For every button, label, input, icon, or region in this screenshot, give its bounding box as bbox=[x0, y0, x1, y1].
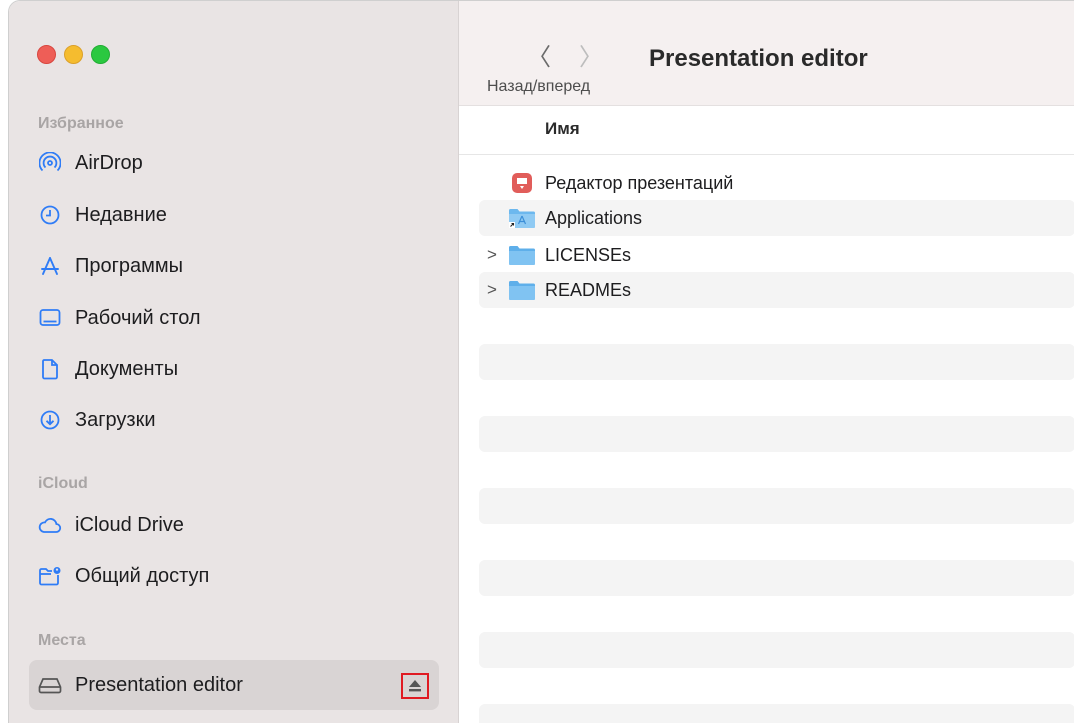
close-window-button[interactable] bbox=[37, 45, 56, 64]
main-pane: 〈 〉 Presentation editor Назад/вперед Имя… bbox=[459, 1, 1074, 723]
sidebar-item-label: Загрузки bbox=[75, 408, 156, 431]
applications-alias-folder-icon bbox=[508, 207, 536, 229]
section-label-places: Места bbox=[38, 632, 86, 649]
list-row[interactable]: Applications bbox=[479, 200, 1074, 236]
row-name: READMEs bbox=[545, 279, 632, 300]
column-header-name[interactable]: Имя bbox=[459, 106, 1074, 155]
document-icon bbox=[37, 356, 63, 382]
downloads-icon bbox=[37, 407, 63, 433]
row-name: Applications bbox=[545, 207, 643, 228]
nav-label: Назад/вперед bbox=[487, 78, 591, 95]
sidebar-item-label: Presentation editor bbox=[75, 673, 243, 696]
sidebar-item-applications[interactable]: Программы bbox=[29, 243, 439, 289]
folder-icon bbox=[508, 244, 536, 266]
back-button[interactable]: 〈 bbox=[527, 37, 551, 72]
desktop-icon bbox=[37, 305, 63, 331]
sidebar-item-presentation-editor[interactable]: Presentation editor bbox=[29, 660, 439, 710]
sidebar-item-label: Документы bbox=[75, 357, 179, 380]
airdrop-icon bbox=[37, 150, 63, 176]
empty-row bbox=[479, 488, 1074, 524]
column-name-label: Имя bbox=[545, 119, 580, 138]
empty-row bbox=[479, 416, 1074, 452]
eject-icon bbox=[409, 680, 421, 692]
eject-button[interactable] bbox=[401, 673, 429, 699]
sidebar-item-icloud-drive[interactable]: iCloud Drive bbox=[29, 502, 439, 548]
shared-folder-icon bbox=[37, 563, 63, 589]
sidebar: Избранное AirDrop Недавние Программы Раб… bbox=[9, 1, 459, 723]
disclosure-chevron-icon[interactable]: > bbox=[487, 245, 497, 265]
sidebar-item-airdrop[interactable]: AirDrop bbox=[29, 140, 439, 186]
forward-button[interactable]: 〉 bbox=[579, 37, 603, 72]
folder-icon bbox=[508, 279, 536, 301]
disclosure-chevron-icon[interactable]: > bbox=[487, 280, 497, 300]
sidebar-item-label: Недавние bbox=[75, 203, 167, 226]
sidebar-item-shared[interactable]: Общий доступ bbox=[29, 553, 439, 599]
sidebar-item-documents[interactable]: Документы bbox=[29, 346, 439, 392]
empty-row bbox=[479, 344, 1074, 380]
finder-window: Избранное AirDrop Недавние Программы Раб… bbox=[8, 0, 1074, 723]
zoom-window-button[interactable] bbox=[91, 45, 110, 64]
sidebar-item-label: AirDrop bbox=[75, 151, 143, 174]
empty-row bbox=[479, 632, 1074, 668]
empty-row bbox=[479, 560, 1074, 596]
sidebar-item-recents[interactable]: Недавние bbox=[29, 192, 439, 238]
row-name: LICENSEs bbox=[545, 244, 632, 265]
nav-buttons: 〈 〉 bbox=[527, 37, 603, 72]
sidebar-item-label: Программы bbox=[75, 254, 184, 277]
list-row[interactable]: > READMEs bbox=[479, 272, 1074, 308]
sidebar-item-downloads[interactable]: Загрузки bbox=[29, 397, 439, 443]
window-title: Presentation editor bbox=[649, 45, 868, 72]
presentation-app-icon bbox=[508, 172, 536, 194]
sidebar-item-label: Общий доступ bbox=[75, 564, 210, 587]
row-name: Редактор презентаций bbox=[545, 172, 734, 193]
applications-icon bbox=[37, 253, 63, 279]
minimize-window-button[interactable] bbox=[64, 45, 83, 64]
list-row[interactable]: Редактор презентаций bbox=[479, 165, 1074, 201]
toolbar: 〈 〉 Presentation editor Назад/вперед bbox=[459, 1, 1074, 106]
clock-icon bbox=[37, 202, 63, 228]
section-label-icloud: iCloud bbox=[38, 475, 88, 492]
cloud-icon bbox=[37, 512, 63, 538]
sidebar-item-label: Рабочий стол bbox=[75, 306, 201, 329]
sidebar-item-label: iCloud Drive bbox=[75, 513, 184, 536]
list-row[interactable]: > LICENSEs bbox=[479, 237, 1074, 273]
empty-row bbox=[479, 704, 1074, 723]
drive-icon bbox=[37, 672, 63, 698]
section-label-favorites: Избранное bbox=[38, 115, 124, 132]
sidebar-item-desktop[interactable]: Рабочий стол bbox=[29, 295, 439, 341]
